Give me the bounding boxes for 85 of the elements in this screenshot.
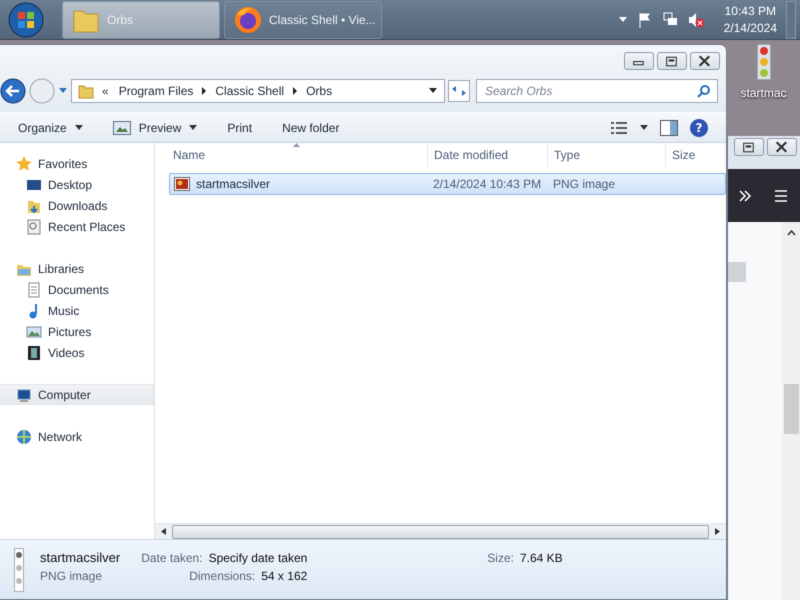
dropdown-icon[interactable] bbox=[428, 88, 438, 94]
back-button[interactable] bbox=[0, 78, 26, 104]
file-name: startmacsilver bbox=[196, 177, 270, 191]
sidebar-item[interactable]: Libraries bbox=[0, 258, 154, 279]
property-value: Specify date taken bbox=[208, 551, 308, 565]
sidebar-item[interactable]: Music bbox=[0, 300, 154, 321]
close-button[interactable] bbox=[690, 52, 720, 70]
nav-icon bbox=[26, 344, 42, 360]
maximize-button[interactable] bbox=[734, 138, 764, 156]
breadcrumb-arrow-icon[interactable] bbox=[201, 87, 208, 95]
start-orb-icon[interactable] bbox=[8, 2, 44, 38]
help-button[interactable]: ? bbox=[690, 118, 708, 136]
sort-arrow-icon bbox=[293, 143, 300, 147]
flag-icon[interactable] bbox=[636, 12, 653, 28]
breadcrumb[interactable]: Program Files bbox=[118, 84, 194, 98]
file-thumbnail-icon bbox=[14, 548, 24, 592]
property-value: 54 x 162 bbox=[261, 569, 308, 583]
type-cell-text: PNG image bbox=[552, 177, 616, 191]
history-dropdown-icon[interactable] bbox=[58, 87, 68, 95]
chevron-icon[interactable] bbox=[738, 190, 752, 202]
nav-icon bbox=[16, 156, 32, 172]
muted-speaker-icon[interactable] bbox=[686, 12, 705, 28]
taskbar-button[interactable]: Classic Shell • Vie... bbox=[224, 0, 382, 38]
file-row[interactable]: startmacsilver 2/14/2024 10:43 PM PNG image bbox=[169, 173, 726, 195]
address-bar[interactable]: « Program Files Classic Shell Orbs bbox=[71, 79, 445, 103]
breadcrumb[interactable]: Classic Shell bbox=[215, 84, 284, 98]
nav-icon bbox=[26, 218, 42, 234]
nav-icon bbox=[16, 428, 32, 444]
file-name: startmacsilver bbox=[40, 550, 120, 565]
traffic-light-icon bbox=[756, 44, 770, 80]
scroll-thumb[interactable] bbox=[172, 524, 709, 538]
search-icon bbox=[697, 84, 711, 98]
nav-icon bbox=[26, 282, 42, 298]
sidebar-item[interactable]: Recent Places bbox=[0, 216, 154, 237]
caret-icon[interactable] bbox=[618, 16, 628, 24]
column-header[interactable]: Type bbox=[548, 143, 666, 167]
menu-icon[interactable] bbox=[774, 190, 788, 202]
maximize-button[interactable] bbox=[657, 52, 687, 70]
scroll-up-icon bbox=[786, 230, 796, 236]
sidebar-item[interactable]: Favorites bbox=[0, 153, 154, 174]
sidebar-item[interactable]: Desktop bbox=[0, 174, 154, 195]
search-field[interactable]: Search Orbs bbox=[476, 79, 718, 103]
sidebar-item[interactable]: Pictures bbox=[0, 321, 154, 342]
scroll-right-icon bbox=[715, 528, 720, 535]
toolbar-button[interactable]: Preview bbox=[108, 116, 202, 140]
preview-pane-icon[interactable] bbox=[660, 120, 678, 136]
minimize-button[interactable] bbox=[624, 52, 654, 70]
nav-icon bbox=[16, 386, 32, 402]
sidebar-item[interactable]: Downloads bbox=[0, 195, 154, 216]
scroll-left-icon bbox=[161, 528, 166, 535]
sidebar-item[interactable]: Videos bbox=[0, 342, 154, 363]
breadcrumb[interactable]: Orbs bbox=[306, 84, 332, 98]
vertical-scrollbar[interactable] bbox=[782, 222, 800, 600]
column-header[interactable]: Date modified bbox=[428, 143, 548, 167]
page-panel bbox=[728, 262, 746, 282]
image-file-icon bbox=[174, 176, 190, 192]
file-type: PNG image bbox=[40, 569, 104, 583]
horizontal-scrollbar[interactable] bbox=[155, 523, 726, 539]
scroll-thumb[interactable] bbox=[784, 384, 798, 434]
network-icon[interactable] bbox=[662, 12, 678, 28]
view-options-icon[interactable] bbox=[610, 120, 628, 134]
property-label: Dimensions: bbox=[189, 569, 256, 583]
toolbar-button[interactable]: Print bbox=[223, 116, 256, 140]
picture-icon bbox=[112, 120, 131, 134]
toolbar-button[interactable]: New folder bbox=[278, 116, 344, 140]
caret-icon bbox=[74, 125, 83, 130]
toolbar-button[interactable]: Organize bbox=[14, 116, 87, 140]
clock[interactable]: 10:43 PM 2/14/2024 bbox=[724, 2, 777, 36]
close-button[interactable] bbox=[767, 138, 797, 156]
property-value: 7.64 KB bbox=[520, 551, 563, 565]
property-label: Date taken: bbox=[141, 551, 203, 565]
caret-icon bbox=[189, 125, 198, 130]
sidebar-item[interactable]: Computer bbox=[0, 384, 154, 405]
breadcrumb-arrow-icon[interactable] bbox=[292, 87, 298, 95]
nav-icon bbox=[26, 324, 42, 340]
overflow-chevron[interactable]: « bbox=[102, 84, 109, 98]
refresh-button[interactable] bbox=[448, 80, 470, 102]
sidebar-item[interactable]: Network bbox=[0, 426, 154, 447]
date-cell-text: 2/14/2024 10:43 PM bbox=[432, 177, 542, 191]
folder-icon bbox=[78, 83, 94, 99]
caret-icon[interactable] bbox=[640, 125, 648, 130]
browser-icon bbox=[233, 4, 263, 34]
sidebar-item[interactable]: Documents bbox=[0, 279, 154, 300]
column-header[interactable]: Size bbox=[666, 143, 726, 167]
property-label: Size: bbox=[487, 551, 514, 565]
